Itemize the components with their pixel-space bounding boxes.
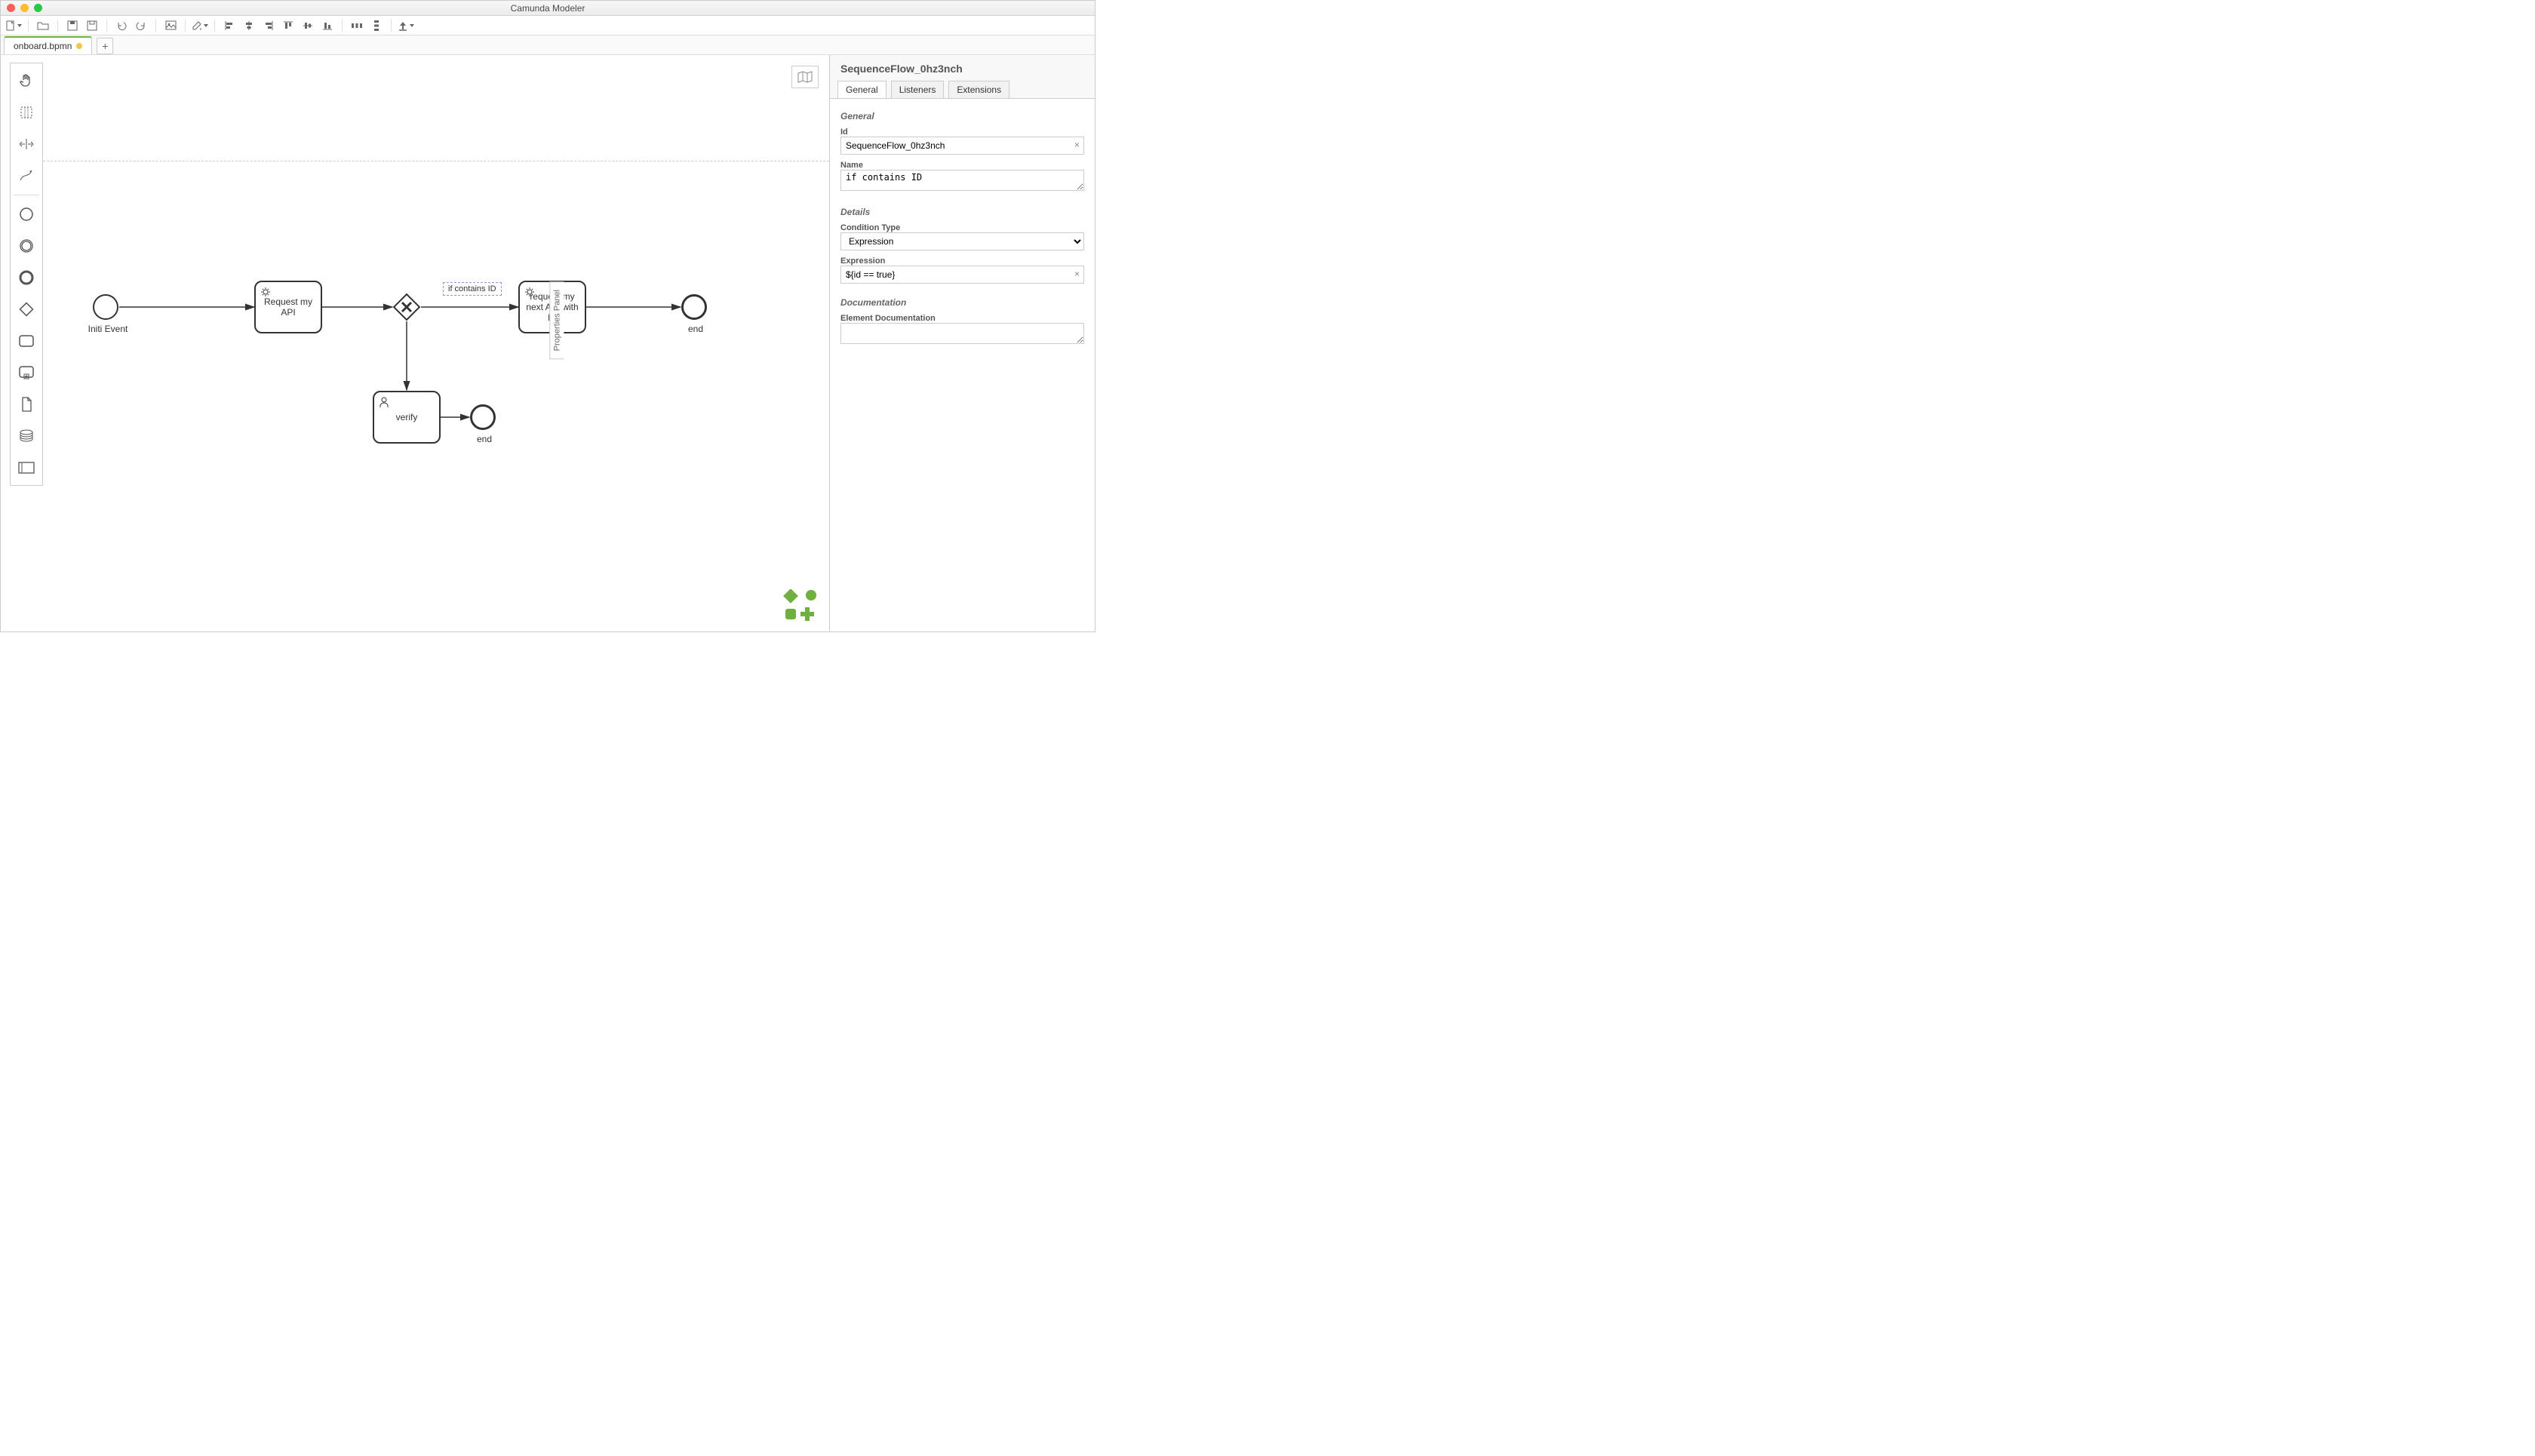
new-file-button[interactable] [5,17,22,34]
undo-button[interactable] [113,17,130,34]
clear-id-button[interactable]: × [1074,140,1080,150]
create-gateway[interactable] [14,296,39,322]
close-window-button[interactable] [7,4,15,12]
deploy-button[interactable] [398,17,414,34]
create-data-object[interactable] [14,392,39,417]
group-details: Details [840,207,1084,217]
start-event[interactable] [93,294,118,320]
condition-type-label: Condition Type [840,223,1084,232]
create-participant[interactable] [14,455,39,481]
save-as-button[interactable] [84,17,100,34]
minimize-window-button[interactable] [20,4,29,12]
expression-input[interactable] [840,266,1084,284]
prop-tab-general[interactable]: General [837,81,886,98]
camunda-logo-icon [782,589,819,621]
tab-label: onboard.bpmn [14,41,72,51]
condition-type-select[interactable]: Expression [840,232,1084,250]
service-task-icon [260,286,272,298]
export-image-button[interactable] [162,17,179,34]
bpmn-palette [10,63,43,486]
properties-title: SequenceFlow_0hz3nch [830,55,1095,81]
task-label: Request my API [260,296,316,318]
name-input[interactable]: if contains ID [840,170,1084,191]
documentation-label: Element Documentation [840,314,1084,323]
file-tabs: onboard.bpmn + [1,35,1095,55]
connectors-layer [43,55,828,628]
properties-panel-toggle[interactable]: Properties Panel [486,281,564,296]
end-event-1-label: end [684,324,707,334]
save-button[interactable] [64,17,81,34]
redo-button[interactable] [133,17,149,34]
minimap-toggle[interactable] [791,66,819,88]
exclusive-gateway[interactable] [392,293,421,321]
distribute-horizontal-button[interactable] [349,17,365,34]
create-intermediate-event[interactable] [14,233,39,259]
toolbar [1,16,1095,35]
lasso-tool[interactable] [14,100,39,125]
prop-tab-extensions[interactable]: Extensions [948,81,1009,98]
canvas[interactable]: Initi Event Request my API if contains I… [43,55,829,631]
end-event-2-label: end [473,434,496,444]
group-general: General [840,111,1084,121]
start-event-label: Initi Event [85,324,131,334]
align-top-button[interactable] [280,17,297,34]
set-color-button[interactable] [192,17,208,34]
align-center-button[interactable] [241,17,257,34]
create-task[interactable] [14,328,39,354]
create-data-store[interactable] [14,423,39,449]
space-tool[interactable] [14,131,39,157]
task-label: verify [396,412,418,422]
dirty-indicator-icon [76,43,82,49]
task-request-my-api[interactable]: Request my API [254,281,322,333]
create-end-event[interactable] [14,265,39,290]
titlebar: Camunda Modeler [1,1,1095,16]
user-task-icon [378,396,390,408]
prop-tab-listeners[interactable]: Listeners [891,81,945,98]
window-title: Camunda Modeler [1,3,1095,14]
create-start-event[interactable] [14,201,39,227]
tab-onboard-bpmn[interactable]: onboard.bpmn [4,36,92,54]
align-bottom-button[interactable] [319,17,336,34]
id-input[interactable] [840,137,1084,155]
distribute-vertical-button[interactable] [368,17,385,34]
documentation-input[interactable] [840,323,1084,344]
map-icon [797,70,813,84]
end-event-1[interactable] [681,294,707,320]
align-left-button[interactable] [221,17,238,34]
id-label: Id [840,127,1084,137]
zoom-window-button[interactable] [34,4,42,12]
clear-expression-button[interactable]: × [1074,269,1080,279]
properties-panel: SequenceFlow_0hz3nch General Listeners E… [829,55,1095,631]
expression-label: Expression [840,256,1084,266]
name-label: Name [840,161,1084,170]
create-subprocess[interactable] [14,360,39,386]
task-verify[interactable]: verify [373,391,441,444]
open-file-button[interactable] [35,17,51,34]
end-event-2[interactable] [470,404,496,430]
global-connect-tool[interactable] [14,163,39,189]
align-middle-button[interactable] [300,17,316,34]
hand-tool[interactable] [14,68,39,94]
new-tab-button[interactable]: + [97,38,113,54]
align-right-button[interactable] [260,17,277,34]
group-documentation: Documentation [840,297,1084,308]
